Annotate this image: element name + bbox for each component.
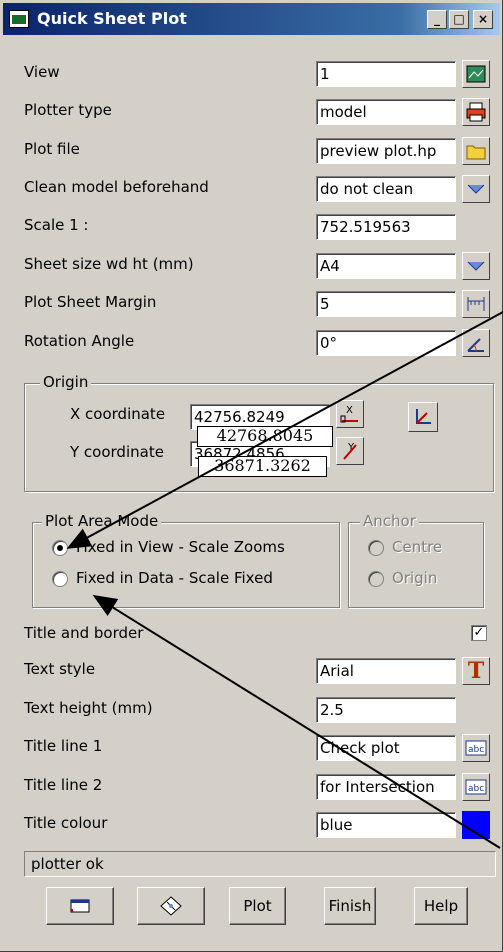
colour-swatch[interactable] — [462, 811, 490, 839]
title-bar[interactable]: Quick Sheet Plot _ □ × — [3, 3, 500, 35]
svg-text:X: X — [346, 405, 353, 416]
anchor-label: Anchor — [360, 512, 419, 530]
x-coordinate-label: X coordinate — [70, 405, 166, 423]
title-colour-label: Title colour — [24, 814, 108, 832]
plot-area-mode-group — [32, 522, 340, 608]
plotter-type-field[interactable]: model — [316, 99, 456, 125]
plot-file-label: Plot file — [24, 140, 80, 158]
margin-button[interactable] — [462, 290, 490, 318]
preview-button[interactable] — [46, 887, 114, 925]
maximize-button[interactable]: □ — [449, 10, 469, 29]
title-border-checkbox[interactable]: ✓ — [471, 625, 487, 641]
plotter-type-label: Plotter type — [24, 101, 112, 119]
svg-text:abc: abc — [468, 784, 484, 794]
text-style-label: Text style — [24, 660, 96, 678]
title-line-2-button[interactable]: abc — [462, 773, 490, 801]
quick-sheet-plot-window: Quick Sheet Plot _ □ × View 1 Plotter ty… — [0, 0, 503, 952]
sheet-size-label: Sheet size wd ht (mm) — [24, 255, 194, 273]
text-style-field[interactable]: Arial — [316, 658, 456, 684]
finish-button[interactable]: Finish — [324, 887, 376, 925]
y-coordinate-annotation: 36871.3262 — [198, 456, 327, 477]
plot-button[interactable]: Plot — [229, 887, 286, 925]
pick-x-icon: X — [340, 405, 358, 423]
sheet-size-field[interactable]: A4 — [316, 253, 456, 279]
view-field[interactable]: 1 — [316, 61, 456, 87]
title-border-label: Title and border — [24, 624, 144, 642]
rotation-label: Rotation Angle — [24, 332, 135, 350]
fixed-in-data-label[interactable]: Fixed in Data - Scale Fixed — [76, 569, 273, 587]
text-style-button[interactable]: T — [462, 657, 490, 685]
fixed-in-view-label[interactable]: Fixed in View - Scale Zooms — [76, 538, 285, 556]
fixed-in-data-radio[interactable] — [52, 571, 68, 587]
y-coordinate-label: Y coordinate — [70, 443, 164, 461]
margin-icon — [467, 297, 485, 311]
plot-area-mode-label: Plot Area Mode — [42, 512, 162, 530]
axes-icon — [416, 409, 431, 424]
sheet-size-dropdown-button[interactable] — [462, 252, 490, 280]
scale-field[interactable]: 752.519563 — [316, 214, 456, 240]
abc-icon: abc — [465, 740, 487, 756]
title-line-1-field[interactable]: Check plot — [316, 735, 456, 761]
status-bar: plotter ok — [24, 851, 496, 877]
text-style-icon: T — [467, 658, 485, 684]
margin-label: Plot Sheet Margin — [24, 293, 157, 311]
rotation-button[interactable] — [462, 329, 490, 357]
rotation-field[interactable]: 0° — [316, 330, 456, 356]
view-icon — [466, 65, 486, 83]
minimize-button[interactable]: _ — [427, 10, 447, 29]
folder-icon — [466, 145, 486, 160]
select-area-icon — [160, 896, 182, 916]
select-area-button[interactable] — [137, 887, 205, 925]
title-line-1-button[interactable]: abc — [462, 734, 490, 762]
help-button[interactable]: Help — [414, 887, 468, 925]
title-line-2-label: Title line 2 — [24, 776, 103, 794]
origin-axes-button[interactable] — [408, 402, 438, 432]
title-line-1-label: Title line 1 — [24, 737, 103, 755]
view-label: View — [24, 63, 60, 81]
clean-model-dropdown-button[interactable] — [462, 175, 490, 203]
close-button[interactable]: × — [473, 10, 493, 29]
text-height-field[interactable]: 2.5 — [316, 697, 456, 723]
anchor-group — [348, 522, 484, 608]
plot-file-browse-button[interactable] — [462, 137, 490, 165]
margin-field[interactable]: 5 — [316, 291, 456, 317]
plotter-icon — [466, 102, 486, 122]
x-coordinate-pick-button[interactable]: X — [336, 400, 364, 428]
plotter-type-button[interactable] — [462, 98, 490, 126]
x-coordinate-annotation: 42768.8045 — [197, 426, 333, 447]
clean-model-field[interactable]: do not clean — [316, 176, 456, 202]
pick-y-icon: Y — [343, 442, 357, 460]
anchor-centre-label: Centre — [392, 538, 443, 556]
origin-group-label: Origin — [40, 373, 92, 391]
y-coordinate-pick-button[interactable]: Y — [336, 437, 364, 465]
window-icon — [70, 899, 90, 913]
fixed-in-view-radio[interactable] — [52, 540, 68, 556]
chevron-down-icon — [467, 261, 485, 271]
plot-file-field[interactable]: preview plot.hp — [316, 138, 456, 164]
text-height-label: Text height (mm) — [24, 699, 153, 717]
title-line-2-field[interactable]: for Intersection — [316, 774, 456, 800]
anchor-centre-radio — [368, 540, 384, 556]
clean-model-label: Clean model beforehand — [24, 178, 209, 196]
anchor-origin-label: Origin — [392, 569, 438, 587]
title-colour-field[interactable]: blue — [316, 812, 456, 838]
app-icon — [9, 10, 29, 28]
view-select-button[interactable] — [462, 60, 490, 88]
chevron-down-icon — [467, 184, 485, 194]
scale-label: Scale 1 : — [24, 216, 89, 234]
anchor-origin-radio — [368, 571, 384, 587]
window-title: Quick Sheet Plot — [37, 9, 187, 28]
abc-icon: abc — [465, 779, 487, 795]
svg-text:abc: abc — [468, 745, 484, 755]
rotation-icon — [467, 338, 484, 352]
